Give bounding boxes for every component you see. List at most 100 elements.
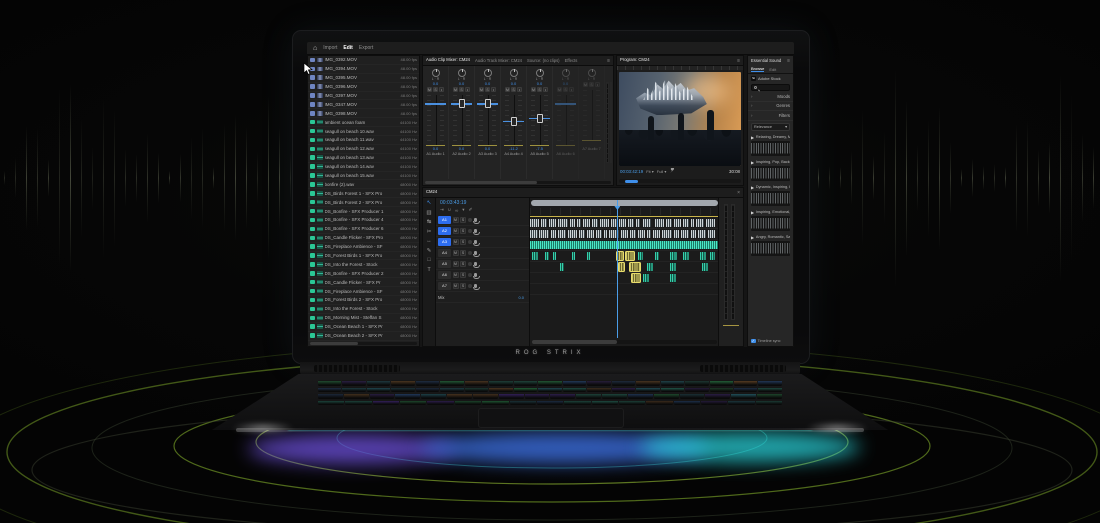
fader-handle[interactable] (510, 117, 517, 127)
stock-result-item[interactable]: ▶Inspiring, Emotional, P (748, 208, 793, 233)
audio-clip[interactable] (531, 252, 538, 260)
mixer-tab[interactable]: Effects (565, 56, 578, 65)
audio-clip[interactable] (690, 219, 695, 227)
category-moods[interactable]: › Moods (748, 92, 793, 102)
bin-row[interactable]: IMG_0396.MOV 48.00 fps (308, 83, 419, 92)
essential-tab-edit[interactable]: Edit (769, 67, 776, 72)
audio-clip[interactable] (548, 219, 557, 227)
zoom-level-dropdown[interactable]: Fit ▾ (646, 169, 654, 174)
audio-clip[interactable] (652, 230, 661, 238)
audio-clip[interactable] (539, 230, 549, 238)
audio-clip[interactable] (625, 251, 635, 261)
track-solo-button[interactable]: S (460, 228, 466, 234)
audio-clip[interactable] (558, 219, 568, 227)
mixer-scrollbar[interactable] (425, 181, 611, 184)
bin-row[interactable]: seagull on beach 11.wav 44100 Hz (308, 136, 419, 145)
audio-clip[interactable] (669, 274, 676, 282)
timeline-ruler[interactable] (530, 208, 719, 215)
bin-row[interactable]: IMG_0347.MOV 48.00 fps (308, 100, 419, 109)
audio-clip[interactable] (586, 252, 591, 260)
audio-clip[interactable] (618, 219, 627, 227)
audio-clip[interactable] (530, 230, 538, 238)
track-target-A1[interactable]: A1 (438, 216, 451, 224)
track-target-A4[interactable]: A4 (438, 249, 451, 257)
mixer-tab[interactable]: Source: (no clips) (527, 56, 560, 65)
track-mute-button[interactable]: M (452, 283, 459, 289)
header-tab-import[interactable]: Import (323, 42, 337, 55)
audio-clip[interactable] (698, 230, 706, 238)
audio-clip[interactable] (631, 273, 641, 283)
audio-clip[interactable] (586, 230, 595, 238)
bin-row[interactable]: DS_Into the Forest - Stock 48000 Hz (308, 260, 419, 269)
play-icon[interactable]: ▶ (751, 135, 754, 140)
mute-button[interactable]: M (427, 87, 432, 92)
audio-clip[interactable] (592, 219, 599, 227)
bin-row[interactable]: DS_Birds Forest 2 - SFX Pro 48000 Hz (308, 198, 419, 207)
adobe-stock-row[interactable]: St Adobe Stock (748, 74, 793, 83)
audio-clip[interactable] (662, 230, 672, 238)
marker-icon[interactable]: ▾ (462, 207, 464, 213)
fader[interactable] (527, 94, 552, 146)
mute-button[interactable]: M (453, 87, 458, 92)
tool-razor-icon[interactable]: ✂ (427, 229, 432, 235)
wrench-icon[interactable] (669, 168, 675, 174)
bin-row[interactable]: DS_Bonfire - SFX Producer 4 48000 Hz (308, 216, 419, 225)
audio-clip[interactable] (550, 230, 557, 238)
track-header-A7[interactable]: A7 M S (436, 281, 529, 292)
audio-clip[interactable] (530, 241, 719, 249)
audio-clip[interactable] (628, 219, 634, 227)
header-tab-edit[interactable]: Edit (343, 42, 352, 55)
program-timecode[interactable]: 00:03:42:19 (620, 169, 643, 174)
timeline-timecode[interactable]: 00:03:43:19 (436, 198, 529, 207)
timeline-lane-A7[interactable] (530, 284, 719, 295)
linked-selection-icon[interactable]: ∞ (455, 208, 458, 213)
track-target-A5[interactable]: A5 (438, 260, 451, 268)
audio-clip[interactable] (669, 252, 678, 260)
track-solo-button[interactable]: S (460, 283, 466, 289)
playhead[interactable] (616, 200, 618, 338)
mute-button[interactable]: M (505, 87, 510, 92)
bin-row[interactable]: seagull on beach 12.wav 44100 Hz (308, 145, 419, 154)
stock-result-item[interactable]: ▶Relaxing, Dreamy, Med (748, 133, 793, 158)
play-icon[interactable]: ▶ (751, 160, 754, 165)
panel-menu-icon[interactable]: ≡ (737, 58, 740, 64)
audio-clip[interactable] (701, 263, 708, 271)
fader[interactable] (475, 94, 500, 146)
bin-row[interactable]: DS_Into the Forest - Stock 48000 Hz (308, 305, 419, 314)
bin-row[interactable]: IMG_0397.MOV 48.00 fps (308, 92, 419, 101)
track-mute-button[interactable]: M (452, 250, 459, 256)
close-icon[interactable]: × (737, 190, 740, 196)
playback-quality-dropdown[interactable]: Full ▾ (657, 169, 667, 174)
stock-result-item[interactable]: ▶Inspiring, Pop, Backgro (748, 158, 793, 183)
fader[interactable] (423, 94, 448, 146)
audio-clip[interactable] (603, 230, 608, 238)
audio-clip[interactable] (647, 230, 651, 238)
audio-clip[interactable] (681, 230, 689, 238)
keyframe-button[interactable]: • (491, 87, 496, 92)
pan-knob[interactable] (509, 69, 518, 77)
tab-program[interactable]: Program: CM24 (620, 56, 650, 65)
audio-clip[interactable] (673, 219, 682, 227)
fader-handle[interactable] (458, 99, 465, 109)
track-mute-button[interactable]: M (452, 261, 459, 267)
pan-knob[interactable] (587, 69, 596, 77)
solo-button[interactable]: S (459, 87, 464, 92)
audio-clip[interactable] (690, 230, 697, 238)
track-mute-button[interactable]: M (452, 217, 459, 223)
audio-clip[interactable] (530, 219, 540, 227)
bin-row[interactable]: IMG_0395.MOV 48.00 fps (308, 74, 419, 83)
tool-hand-icon[interactable]: □ (427, 257, 430, 263)
timeline-lane-A4[interactable] (530, 251, 719, 262)
bin-row[interactable]: seagull on beach 15.wav 44100 Hz (308, 172, 419, 181)
audio-clip[interactable] (683, 219, 689, 227)
audio-clip[interactable] (620, 230, 629, 238)
track-arm-button[interactable] (467, 240, 472, 244)
track-mute-button[interactable]: M (452, 228, 459, 234)
mixer-tab[interactable]: Audio Track Mixer: CM24 (475, 56, 522, 65)
track-solo-button[interactable]: S (460, 261, 466, 267)
tab-sequence[interactable]: CM24 (426, 188, 437, 197)
mute-button[interactable]: M (557, 87, 562, 92)
keyframe-button[interactable]: • (465, 87, 470, 92)
audio-clip[interactable] (673, 230, 680, 238)
track-arm-button[interactable] (467, 229, 472, 233)
